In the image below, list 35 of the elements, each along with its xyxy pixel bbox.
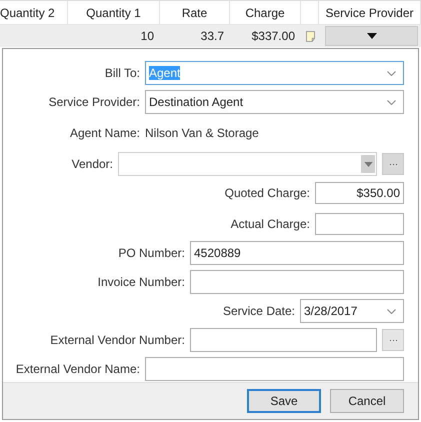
field-label: Service Date: xyxy=(222,304,295,318)
input-field[interactable] xyxy=(145,357,404,381)
table-cell-text: 10 xyxy=(140,29,155,43)
table-cell-text: $337.00 xyxy=(250,29,296,43)
field-label: Actual Charge: xyxy=(230,217,310,231)
table-cell-text: 33.7 xyxy=(200,29,225,43)
note-icon[interactable] xyxy=(306,30,314,42)
field-value: Nilson Van & Storage xyxy=(145,126,259,140)
column-header[interactable]: Rate xyxy=(160,1,230,24)
column-header[interactable]: Quantity 2 xyxy=(0,1,68,24)
chevron-down-icon[interactable] xyxy=(387,70,396,76)
column-header[interactable]: Service Provider xyxy=(319,1,421,24)
input-field[interactable] xyxy=(315,213,404,235)
field-label: Service Provider: xyxy=(48,95,140,109)
input-field[interactable] xyxy=(190,270,404,294)
column-header[interactable]: Quantity 1 xyxy=(68,1,160,24)
date-field[interactable]: 3/28/2017 xyxy=(300,299,404,323)
dropdown-arrow-icon[interactable] xyxy=(366,33,376,39)
chevron-down-icon[interactable] xyxy=(387,308,396,314)
chevron-down-icon[interactable] xyxy=(387,100,396,104)
dropdown-field[interactable]: Destination Agent xyxy=(145,90,404,114)
input-field[interactable]: $350.00 xyxy=(315,182,404,204)
field-label: Vendor: xyxy=(70,157,113,171)
field-label: Bill To: xyxy=(104,66,140,80)
input-field[interactable]: 4520889 xyxy=(190,241,404,265)
dialog-button[interactable]: Cancel xyxy=(330,389,404,413)
field-label: Agent Name: xyxy=(68,126,140,140)
field-label: PO Number: xyxy=(117,246,185,260)
field-label: External Vendor Number: xyxy=(49,333,185,347)
field-label: Quoted Charge: xyxy=(224,186,310,200)
column-header[interactable]: Charge xyxy=(230,1,301,24)
input-field[interactable] xyxy=(190,328,377,352)
dialog-button[interactable]: Save xyxy=(247,389,321,413)
field-label: Invoice Number: xyxy=(96,275,185,289)
field-label: External Vendor Name: xyxy=(14,362,140,376)
